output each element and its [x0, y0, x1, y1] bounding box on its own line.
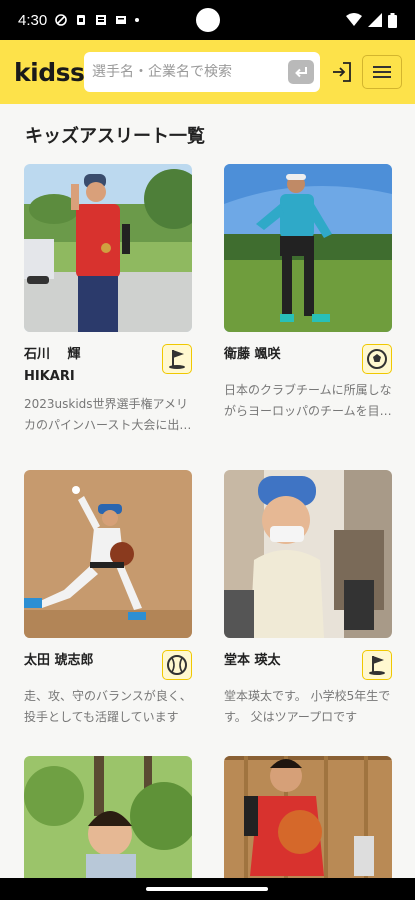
athlete-card[interactable]: 堂本 瑛太 堂本瑛太です。 小学校5年生です。 父はツアープロです — [224, 470, 392, 728]
system-nav-bar — [0, 878, 415, 900]
athlete-name[interactable]: 石川 輝 HIKARI — [24, 344, 152, 388]
athlete-card[interactable]: 石川 輝 HIKARI 2023uskids世界選手権アメリカのパインハースト大… — [24, 164, 192, 436]
sport-badge-golf — [362, 650, 392, 680]
camera-cutout — [196, 8, 220, 32]
athlete-photo[interactable] — [224, 164, 392, 332]
battery-icon — [388, 12, 397, 28]
status-bar: 4:30 — [0, 0, 415, 40]
athlete-description: 堂本瑛太です。 小学校5年生です。 父はツアープロです — [224, 689, 391, 724]
athlete-name[interactable]: 衛藤 颯咲 — [224, 344, 352, 366]
login-icon — [333, 62, 351, 82]
athlete-name-ja[interactable]: 石川 輝 — [24, 347, 81, 362]
athlete-card[interactable]: 太田 琥志郎 走、攻、守のバランスが良く、投手としても活躍しています — [24, 470, 192, 728]
more-notifications-dot — [135, 18, 140, 22]
signal-icon — [368, 13, 382, 27]
athlete-photo[interactable] — [224, 470, 392, 638]
sport-badge-golf — [162, 344, 192, 374]
athlete-photo[interactable] — [24, 470, 192, 638]
sport-badge-soccer — [362, 344, 392, 374]
athlete-photo[interactable] — [24, 164, 192, 332]
baseball-icon — [167, 655, 187, 675]
athlete-description: 走、攻、守のバランスが良く、投手としても活躍しています — [24, 689, 192, 724]
status-time: 4:30 — [18, 11, 48, 29]
search-input[interactable] — [92, 64, 288, 80]
golf-flag-icon — [169, 350, 185, 369]
app-logo[interactable]: kidss — [14, 58, 85, 87]
search-box[interactable] — [84, 52, 320, 92]
message-icon — [116, 16, 127, 24]
dnd-icon — [55, 14, 68, 26]
athlete-name-ja[interactable]: 堂本 瑛太 — [224, 653, 281, 668]
sim-icon — [77, 15, 86, 25]
athlete-name-ja[interactable]: 太田 琥志郎 — [24, 653, 94, 668]
menu-button[interactable] — [362, 55, 402, 89]
athlete-card[interactable]: 衛藤 颯咲 日本のクラブチームに所属しながらヨーロッパのチームを目指しています — [224, 164, 392, 422]
soccer-ball-icon — [367, 349, 387, 369]
enter-icon — [295, 67, 307, 78]
sport-badge-baseball — [162, 650, 192, 680]
hamburger-icon — [373, 66, 391, 78]
golf-flag-icon — [369, 656, 385, 675]
athlete-name[interactable]: 堂本 瑛太 — [224, 650, 352, 672]
athlete-name-ja[interactable]: 衛藤 颯咲 — [224, 347, 281, 362]
athlete-name[interactable]: 太田 琥志郎 — [24, 650, 152, 672]
page-title: キッズアスリート一覧 — [25, 126, 205, 147]
home-gesture-handle[interactable] — [146, 887, 268, 891]
search-submit-button[interactable] — [288, 60, 314, 84]
app-header: kidss — [0, 40, 415, 104]
login-button[interactable] — [330, 60, 354, 84]
athlete-description: 日本のクラブチームに所属しながらヨーロッパのチームを目指しています — [224, 383, 392, 418]
athlete-description: 2023uskids世界選手権アメリカのパインハースト大会に出場しました — [24, 397, 192, 432]
wifi-icon — [346, 13, 362, 26]
athlete-name-en[interactable]: HIKARI — [24, 366, 152, 388]
notification-icon — [96, 15, 107, 25]
